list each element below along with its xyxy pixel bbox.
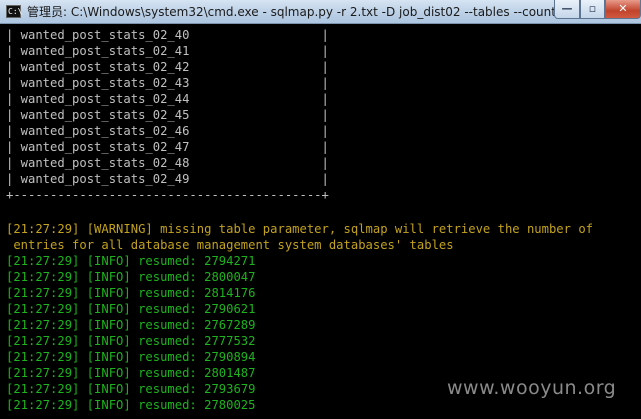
table-row: | wanted_post_stats_02_42 | (6, 60, 329, 74)
cmd-icon[interactable]: C:\ (6, 5, 22, 18)
maximize-button[interactable]: ▫ (580, 0, 605, 19)
info-line: [21:27:29] [INFO] resumed: 2794271 (6, 254, 256, 268)
table-row: | wanted_post_stats_02_41 | (6, 44, 329, 58)
info-line: [21:27:29] [INFO] resumed: 2790894 (6, 350, 256, 364)
warning-line: entries for all database management syst… (6, 238, 454, 252)
table-border: +---------------------------------------… (6, 188, 329, 202)
info-line: [21:27:29] [INFO] resumed: 2814176 (6, 286, 256, 300)
window-titlebar[interactable]: C:\ 管理员: C:\Windows\system32\cmd.exe - s… (0, 0, 641, 24)
close-button[interactable]: ✕ (605, 0, 641, 19)
info-line: [21:27:29] [INFO] resumed: 2767289 (6, 318, 256, 332)
info-line: [21:27:29] [INFO] resumed: 2777532 (6, 334, 256, 348)
table-row: | wanted_post_stats_02_46 | (6, 124, 329, 138)
warning-line: [21:27:29] [WARNING] missing table param… (6, 222, 593, 236)
table-row: | wanted_post_stats_02_40 | (6, 28, 329, 42)
minimize-button[interactable]: — (554, 0, 580, 19)
info-line: [21:27:29] [INFO] resumed: 2780025 (6, 398, 256, 412)
info-line: [21:27:29] [INFO] resumed: 2790621 (6, 302, 256, 316)
table-row: | wanted_post_stats_02_44 | (6, 92, 329, 106)
table-row: | wanted_post_stats_02_45 | (6, 108, 329, 122)
info-line: [21:27:29] [INFO] resumed: 2800047 (6, 270, 256, 284)
info-line: [21:27:29] [INFO] resumed: 2793679 (6, 382, 256, 396)
console-output[interactable]: | wanted_post_stats_02_40 | | wanted_pos… (0, 24, 641, 419)
table-row: | wanted_post_stats_02_49 | (6, 172, 329, 186)
info-line: [21:27:29] [INFO] resumed: 2801487 (6, 366, 256, 380)
table-row: | wanted_post_stats_02_48 | (6, 156, 329, 170)
watermark: www.wooyun.org (447, 377, 617, 399)
table-row: | wanted_post_stats_02_43 | (6, 76, 329, 90)
table-row: | wanted_post_stats_02_47 | (6, 140, 329, 154)
window-title: 管理员: C:\Windows\system32\cmd.exe - sqlma… (27, 5, 556, 19)
